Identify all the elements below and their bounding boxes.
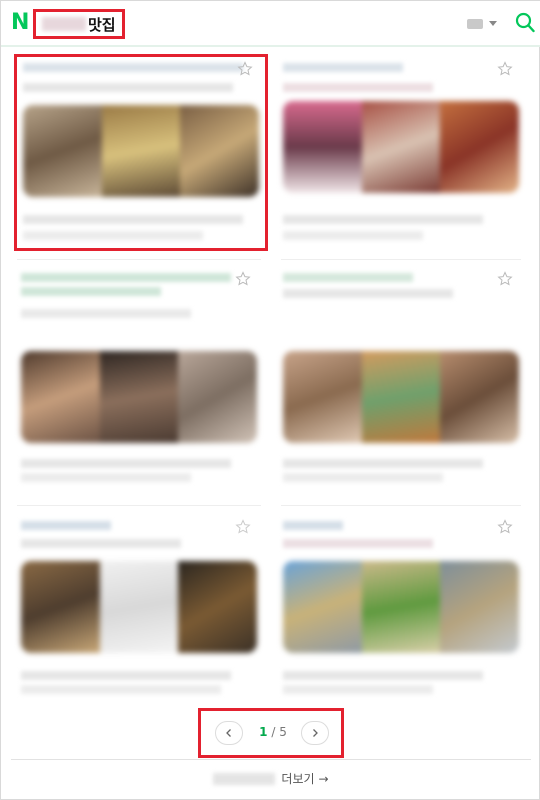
card-title-blurred [21,521,111,530]
card-photo-strip[interactable] [21,351,257,443]
card-desc-blurred [21,473,191,482]
page-title: 맛집 [33,9,125,39]
row-divider [17,259,261,260]
card-desc-blurred [21,459,231,468]
card-title-blurred [283,273,413,282]
card-meta-blurred [283,289,453,298]
card-photo-strip[interactable] [283,351,519,443]
card-photo-strip[interactable] [283,101,519,193]
row-divider [17,505,261,506]
naver-logo[interactable]: N [11,11,31,35]
current-page: 1 [259,725,268,739]
chevron-right-icon [313,729,318,737]
restaurant-card[interactable] [279,57,519,257]
more-button[interactable]: 더보기 → [11,759,531,797]
search-result-panel: N 맛집 1 / 5 더보기 → [0,0,540,800]
card-meta-blurred [21,539,181,548]
row-divider [281,259,521,260]
star-icon[interactable] [235,271,251,287]
restaurant-card[interactable] [17,515,257,715]
restaurant-card[interactable] [279,515,519,715]
title-blurred-region [42,17,86,31]
card-title-blurred [21,273,231,282]
arrow-right-icon: → [318,771,329,786]
more-blurred-region [213,772,276,785]
star-icon[interactable] [497,61,513,77]
page-separator: / [267,725,280,739]
prev-page-button[interactable] [215,721,243,745]
row-divider [281,505,521,506]
restaurant-card[interactable] [279,267,519,482]
more-label: 더보기 [281,772,315,786]
card-photo-strip[interactable] [21,561,257,653]
keyboard-icon[interactable] [467,19,483,29]
caret-down-icon[interactable] [489,21,497,26]
card-desc-blurred [283,473,443,482]
card-title-blurred [283,63,403,72]
star-icon[interactable] [497,271,513,287]
card-desc-blurred [283,671,483,680]
card-title-blurred [283,521,343,530]
card-desc-blurred [21,685,221,694]
card-meta-blurred [283,83,433,92]
star-icon[interactable] [235,519,251,535]
chevron-left-icon [226,729,231,737]
search-icon[interactable] [515,12,535,34]
card-desc-blurred [283,459,483,468]
star-icon[interactable] [497,519,513,535]
card-meta-blurred [21,309,191,318]
title-text: 맛집 [88,15,116,34]
card-desc-blurred [283,215,483,224]
restaurant-card[interactable] [17,267,257,482]
card-desc-blurred [283,231,423,240]
header-bar: N 맛집 [1,1,540,47]
card-desc-blurred [283,685,433,694]
card-meta-blurred [283,539,433,548]
page-indicator: 1 / 5 [255,725,291,741]
next-page-button[interactable] [301,721,329,745]
card-desc-blurred [21,671,231,680]
card-photo-strip[interactable] [283,561,519,653]
card-meta-blurred [21,287,161,296]
selected-card-highlight [14,54,268,251]
total-pages: 5 [279,725,287,739]
